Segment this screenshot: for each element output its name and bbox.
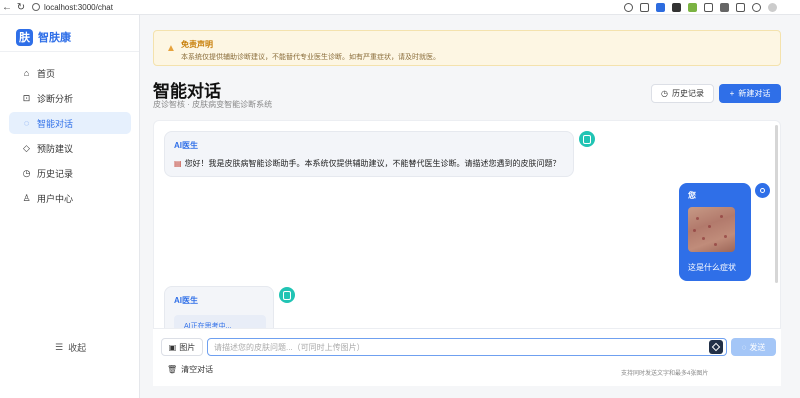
image-icon: ▣ (168, 342, 177, 352)
main-content: ▲ 免责声明 本系统仅提供辅助诊断建议，不能替代专业医生诊断。如有严重症状，请及… (140, 15, 800, 398)
message-sender: 您 (688, 191, 696, 200)
clear-chat-button[interactable]: 🗑 清空对话 (167, 364, 213, 375)
extension-gray-icon[interactable] (720, 2, 729, 12)
message-input[interactable] (207, 338, 727, 356)
page-subtitle: 皮诊智核 · 皮肤病变智能诊断系统 (153, 100, 273, 109)
reload-icon[interactable]: ↻ (14, 0, 28, 14)
chat-input-area: ▣ 图片 ◌ 发送 🗑 清空对话 支持同时发送文字和最多4张图片 (153, 328, 781, 386)
user-icon: ♙ (22, 192, 31, 203)
clear-chat-label: 清空对话 (181, 365, 214, 374)
sidebar-item-history[interactable]: ◷ 历史记录 (9, 162, 131, 184)
extension-doc-icon[interactable] (704, 2, 713, 12)
app-root: 肤 智肤康 ⌂ 首页 ⊡ 诊断分析 ◌ 智能对话 ◇ 预防建议 ◷ 历史记录 ♙… (0, 15, 800, 398)
user-message: 您 这是什么症状 (679, 183, 751, 281)
extension-green-icon[interactable] (688, 2, 697, 12)
message-sender: AI医生 (174, 296, 198, 305)
new-chat-button[interactable]: + 新建对话 (719, 84, 781, 103)
ai-message: AI医生 ▤ 您好！我是皮肤病智能诊断助手。本系统仅提供辅助建议，不能替代医生诊断… (164, 131, 574, 177)
browser-toolbar: ← ↻ localhost:3000/chat (0, 0, 800, 15)
extension-overlay-icon[interactable] (709, 340, 723, 354)
sidebar: 肤 智肤康 ⌂ 首页 ⊡ 诊断分析 ◌ 智能对话 ◇ 预防建议 ◷ 历史记录 ♙… (0, 15, 140, 398)
document-icon: ▤ (174, 159, 182, 168)
disclaimer-body: 本系统仅提供辅助诊断建议，不能替代专业医生诊断。如有严重症状，请及时就医。 (181, 54, 440, 61)
extension-window-icon[interactable] (736, 2, 745, 12)
message-text: 这是什么症状 (688, 263, 736, 272)
warning-icon: ▲ (166, 43, 176, 54)
input-hint: 支持同时发送文字和最多4张图片 (621, 371, 709, 377)
trash-icon: 🗑 (167, 365, 178, 374)
new-chat-button-label: 新建对话 (738, 89, 771, 98)
url-text: localhost:3000/chat (44, 2, 113, 12)
upload-image-label: 图片 (179, 342, 196, 352)
chat-scrollbar[interactable] (775, 125, 778, 283)
diagnosis-icon: ⊡ (22, 92, 31, 103)
logo-mark: 肤 (16, 28, 33, 46)
collapse-button[interactable]: ☰ 收起 (55, 341, 86, 354)
back-arrow-icon[interactable]: ← (0, 0, 14, 14)
disclaimer-title: 免责声明 (181, 40, 213, 49)
sidebar-item-label: 诊断分析 (37, 93, 74, 104)
clock-icon: ◷ (22, 167, 31, 178)
sidebar-item-diagnosis[interactable]: ⊡ 诊断分析 (9, 87, 131, 109)
star-icon[interactable] (640, 2, 649, 12)
send-button-label: 发送 (749, 342, 766, 352)
disclaimer-alert: ▲ 免责声明 本系统仅提供辅助诊断建议，不能替代专业医生诊断。如有严重症状，请及… (153, 30, 781, 66)
ai-doctor-avatar (279, 287, 295, 303)
send-button[interactable]: ◌ 发送 (731, 338, 776, 356)
sidebar-item-label: 历史记录 (37, 168, 74, 179)
message-sender: AI医生 (174, 141, 198, 150)
sidebar-item-home[interactable]: ⌂ 首页 (9, 62, 131, 84)
sidebar-item-label: 用户中心 (37, 193, 74, 204)
collapse-label: 收起 (68, 343, 87, 353)
site-info-icon[interactable] (32, 3, 40, 11)
sidebar-item-label: 首页 (37, 68, 56, 79)
extension-dark-icon[interactable] (672, 2, 681, 12)
extensions-puzzle-icon[interactable] (752, 2, 761, 12)
sidebar-item-user-center[interactable]: ♙ 用户中心 (9, 187, 131, 209)
loading-icon: ◌ (741, 342, 747, 352)
sidebar-item-prevention[interactable]: ◇ 预防建议 (9, 137, 131, 159)
collapse-icon: ☰ (55, 342, 64, 352)
browser-extensions (624, 2, 793, 12)
address-bar[interactable]: localhost:3000/chat (32, 1, 592, 13)
user-avatar (755, 183, 770, 198)
upload-image-button[interactable]: ▣ 图片 (161, 338, 203, 356)
message-text: ▤ 您好！我是皮肤病智能诊断助手。本系统仅提供辅助建议，不能替代医生诊断。请描述您… (174, 158, 561, 169)
clock-icon: ◷ (661, 89, 668, 98)
uploaded-skin-image[interactable] (688, 207, 735, 252)
sidebar-menu: ⌂ 首页 ⊡ 诊断分析 ◌ 智能对话 ◇ 预防建议 ◷ 历史记录 ♙ 用户中心 (0, 52, 139, 209)
chat-icon: ◌ (23, 118, 30, 128)
history-button-label: 历史记录 (671, 89, 704, 98)
sidebar-item-label: 智能对话 (37, 118, 74, 129)
more-menu-icon[interactable] (784, 3, 793, 12)
shield-icon: ◇ (23, 142, 30, 153)
sidebar-item-chat[interactable]: ◌ 智能对话 (9, 112, 131, 134)
extension-v-icon[interactable] (656, 2, 665, 12)
logo-text: 智肤康 (38, 32, 71, 44)
robot-icon (583, 134, 591, 144)
message-text-content: 您好！我是皮肤病智能诊断助手。本系统仅提供辅助建议，不能替代医生诊断。请描述您遇… (184, 159, 561, 168)
robot-icon (283, 290, 291, 300)
user-icon (760, 188, 765, 193)
sidebar-item-label: 预防建议 (37, 143, 74, 154)
profile-avatar-icon[interactable] (768, 2, 777, 12)
history-button[interactable]: ◷ 历史记录 (651, 84, 714, 103)
logo[interactable]: 肤 智肤康 (0, 15, 139, 52)
plus-icon: + (729, 89, 735, 98)
home-icon: ⌂ (23, 68, 30, 78)
zoom-icon[interactable] (624, 2, 633, 12)
ai-doctor-avatar (579, 131, 595, 147)
